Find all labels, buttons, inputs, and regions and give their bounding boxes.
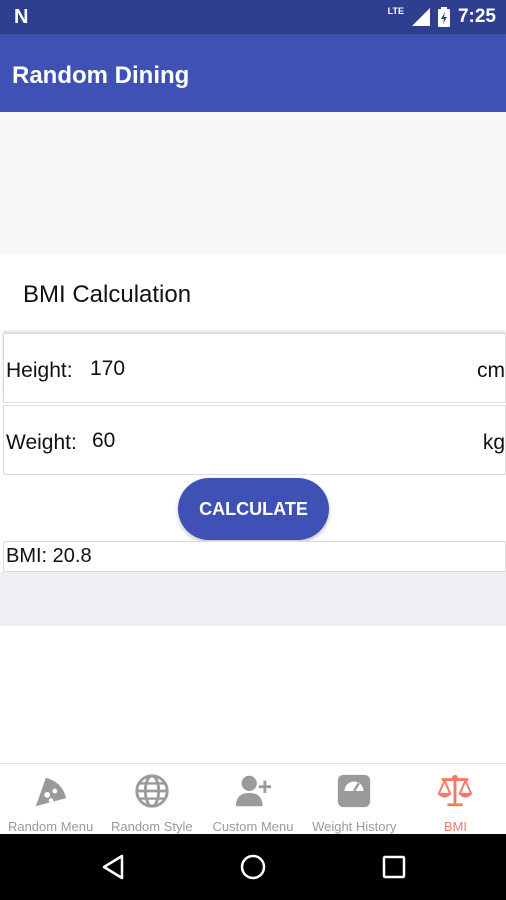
app-title: Random Dining (12, 62, 190, 89)
bmi-result: BMI: 20.8 (3, 541, 506, 572)
nav-label: Weight History (312, 819, 397, 834)
globe-icon (135, 774, 169, 808)
recents-icon[interactable] (380, 853, 408, 881)
back-icon[interactable] (100, 853, 128, 881)
signal-icon (411, 8, 430, 26)
nav-label: BMI (443, 819, 467, 834)
height-input[interactable]: 170 (90, 357, 125, 381)
home-icon[interactable] (239, 853, 267, 881)
balance-icon (437, 774, 473, 807)
status-bar: N LTE 7:25 (0, 0, 506, 34)
nav-random-style[interactable]: Random Style (101, 764, 202, 834)
weight-unit: kg (482, 431, 505, 454)
ad-placeholder (0, 112, 506, 254)
height-label: Height: (6, 359, 73, 382)
weight-field[interactable]: Weight: 60 kg (3, 405, 506, 475)
section-title: BMI Calculation (23, 281, 192, 308)
height-unit: cm (477, 359, 505, 382)
scale-icon (338, 774, 371, 808)
bottom-spacer (0, 572, 506, 626)
nav-label: Custom Menu (212, 819, 294, 834)
notification-n-icon: N (14, 6, 29, 28)
bmi-result-text: BMI: 20.8 (6, 545, 92, 567)
nav-weight-history[interactable]: Weight History (304, 764, 405, 834)
weight-label: Weight: (6, 431, 77, 454)
network-type: LTE (387, 6, 404, 16)
nav-random-menu[interactable]: Random Menu (0, 764, 101, 834)
weight-input[interactable]: 60 (92, 429, 115, 453)
system-nav-bar (0, 834, 506, 900)
pizza-icon (35, 777, 66, 807)
battery-icon (437, 7, 450, 27)
nav-label: Random Menu (7, 819, 94, 834)
height-field[interactable]: Height: 170 cm (3, 333, 506, 403)
person-add-icon (235, 775, 272, 807)
app-bar: Random Dining (0, 34, 506, 112)
nav-label: Random Style (110, 819, 193, 834)
clock: 7:25 (457, 6, 496, 27)
status-icons: LTE 7:25 (388, 4, 496, 30)
nav-custom-menu[interactable]: Custom Menu (202, 764, 303, 834)
nav-bmi[interactable]: BMI (405, 764, 506, 834)
calculate-button[interactable]: CALCULATE (178, 478, 329, 540)
bottom-nav: Random Menu Random Style Custom Menu Wei… (0, 763, 506, 834)
